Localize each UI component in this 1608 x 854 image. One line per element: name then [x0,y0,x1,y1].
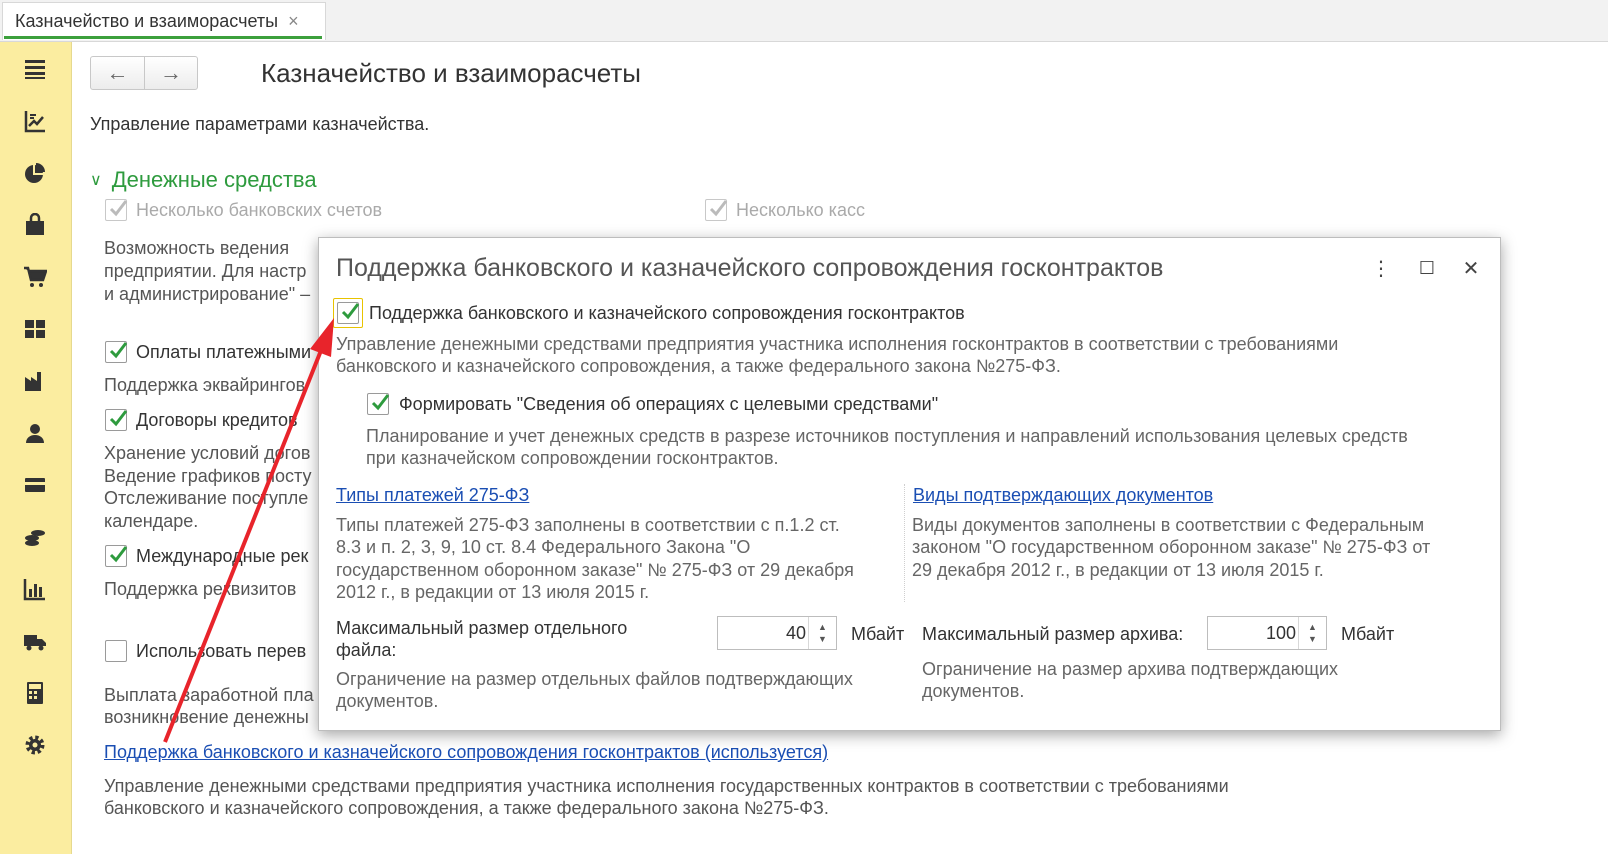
maximize-icon[interactable]: ☐ [1415,256,1439,280]
sidebar [0,42,72,854]
targeted-funds-label: Формировать "Сведения об операциях с цел… [399,394,939,414]
payment-cards-label: Оплаты платежными [136,342,312,362]
column-divider [904,484,905,602]
dialog-title: Поддержка банковского и казначейского со… [336,254,1164,282]
international-checkbox[interactable] [105,545,128,567]
gos-contracts-dialog: Поддержка банковского и казначейского со… [318,237,1501,731]
gos-desc-line-1: Управление денежными средствами предприя… [104,776,1229,796]
close-icon[interactable]: ✕ [1459,256,1483,280]
max-file-value: 40 [785,623,806,643]
back-button[interactable]: ← [91,57,144,89]
bar-chart-icon[interactable] [22,576,48,602]
warehouse-grid-icon[interactable] [22,316,48,342]
bank-accounts-checkbox[interactable] [105,199,128,221]
targeted-funds-checkbox[interactable] [367,393,390,415]
sub-desc-line-2: при казначейском сопровождении госконтра… [366,448,779,468]
payment-types-desc-2: 8.3 и п. 2, 3, 9, 10 ст. 8.4 Федеральног… [336,537,751,557]
bank-desc-line-1: Возможность ведения [104,238,290,258]
acquiring-desc: Поддержка эквайрингов [104,375,306,395]
max-archive-desc-2: документов. [922,681,1025,701]
payment-types-link[interactable]: Типы платежей 275-ФЗ [336,485,529,506]
doc-types-desc-1: Виды документов заполнены в соответствии… [912,515,1425,535]
main-desc-line-2: банковского и казначейского сопровождени… [336,356,1061,376]
stepper-arrows[interactable]: ▲ ▼ [1298,617,1326,649]
bank-desc-line-2: предприятии. Для настр [104,261,307,281]
gos-contracts-link[interactable]: Поддержка банковского и казначейского со… [104,742,828,763]
tab-label: Казначейство и взаиморасчеты [15,11,279,31]
coins-icon[interactable] [22,524,48,550]
sub-desc-line-1: Планирование и учет денежных средств в р… [366,426,1408,446]
max-archive-unit: Мбайт [1341,624,1395,644]
max-file-unit: Мбайт [851,624,905,644]
section-cash-toggle[interactable]: ∨ Денежные средства [90,167,317,193]
max-file-stepper[interactable]: 40 ▲ ▼ [717,616,837,650]
doc-types-desc-3: 29 декабря 2012 г., в редакции от 13 июл… [912,560,1324,580]
gos-desc-line-2: банковского и казначейского сопровождени… [104,798,829,818]
credit-desc-line-3: Отслеживание поступле [104,488,309,508]
gear-icon[interactable] [22,732,48,758]
stepper-down-icon[interactable]: ▼ [1308,633,1317,645]
max-archive-value: 100 [1265,623,1296,643]
bank-desc-line-3: и администрирование" – [104,284,311,304]
payment-types-desc-4: 2012 г., в редакции от 13 июля 2015 г. [336,582,650,602]
max-archive-stepper[interactable]: 100 ▲ ▼ [1207,616,1327,650]
gos-support-checkbox[interactable] [337,302,360,324]
doc-types-desc-2: законом "О государственном оборонном зак… [912,537,1431,557]
credit-desc-line-4: календаре. [104,511,199,531]
person-icon[interactable] [22,420,48,446]
stepper-up-icon[interactable]: ▲ [1308,621,1317,633]
max-file-desc-1: Ограничение на размер отдельных файлов п… [336,669,853,689]
max-file-label-1: Максимальный размер отдельного [336,618,628,638]
payment-types-desc-3: государственном оборонном заказе" № 275-… [336,560,854,580]
max-archive-label: Максимальный размер архива: [922,624,1184,644]
more-menu-icon[interactable]: ⋮ [1369,256,1393,280]
stepper-arrows[interactable]: ▲ ▼ [808,617,836,649]
doc-types-link[interactable]: Виды подтверждающих документов [913,485,1213,506]
card-icon[interactable] [22,472,48,498]
payment-cards-checkbox[interactable] [105,341,128,363]
gos-support-label: Поддержка банковского и казначейского со… [369,303,965,323]
transfer-desc-line-1: Выплата заработной пла [104,685,314,705]
forward-button[interactable]: → [143,57,197,89]
bank-accounts-label: Несколько банковских счетов [136,200,383,220]
page-title: Казначейство и взаиморасчеты [261,58,641,88]
international-label: Международные рек [136,546,309,566]
page-description: Управление параметрами казначейства. [90,114,430,134]
payment-types-desc-1: Типы платежей 275-ФЗ заполнены в соответ… [336,515,840,535]
active-tab-indicator [4,36,322,39]
credit-desc-line-2: Ведение графиков посту [104,466,312,486]
credit-desc-line-1: Хранение условий догов [104,443,311,463]
tab-bar: Казначейство и взаиморасчеты × [0,0,1608,42]
max-file-label-2: файла: [336,640,397,660]
credit-contracts-label: Договоры кредитов [136,410,298,430]
chevron-down-icon: ∨ [90,172,102,189]
credit-contracts-checkbox[interactable] [105,409,128,431]
stepper-down-icon[interactable]: ▼ [818,633,827,645]
stepper-up-icon[interactable]: ▲ [818,621,827,633]
max-archive-desc-1: Ограничение на размер архива подтверждаю… [922,659,1339,679]
cash-desks-checkbox[interactable] [705,199,728,221]
menu-icon[interactable] [22,56,48,82]
transfer-checkbox[interactable] [105,640,127,662]
calculator-icon[interactable] [22,680,48,706]
close-icon[interactable]: × [288,11,299,32]
main-desc-line-1: Управление денежными средствами предприя… [336,334,1339,354]
international-desc: Поддержка реквизитов [104,579,297,599]
transfer-desc-line-2: возникновение денежны [104,707,309,727]
truck-icon[interactable] [22,628,48,654]
cart-icon[interactable] [22,264,48,290]
shopping-bag-icon[interactable] [22,212,48,238]
max-file-desc-2: документов. [336,691,439,711]
pie-chart-icon[interactable] [22,160,48,186]
cash-desks-label: Несколько касс [736,200,865,220]
tab-treasury[interactable]: Казначейство и взаиморасчеты × [2,2,326,40]
factory-icon[interactable] [22,368,48,394]
chart-growth-icon[interactable] [22,108,48,134]
section-title: Денежные средства [111,167,317,192]
history-nav: ← → [90,56,198,90]
transfer-label: Использовать перев [136,641,307,661]
